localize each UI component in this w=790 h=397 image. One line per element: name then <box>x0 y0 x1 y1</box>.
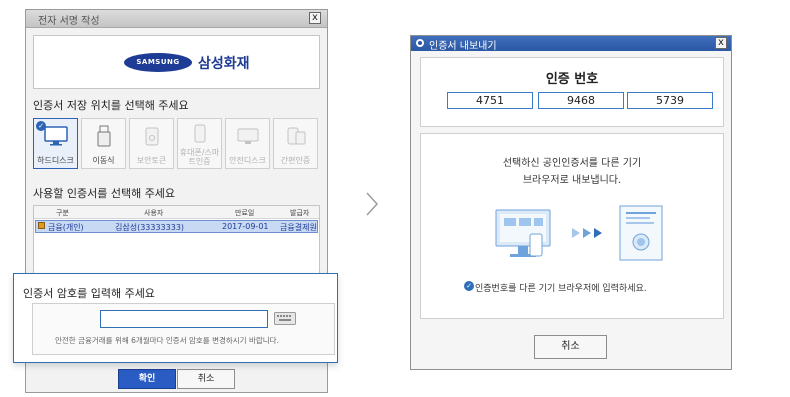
info-text: 브라우저로 내보냅니다. <box>522 175 622 186</box>
export-info-panel: 선택하신 공인인증서를 다른 기기 브라우저로 내보냅니다. ✓ 인증번호를 다… <box>420 133 724 319</box>
usb-icon <box>97 125 111 147</box>
device-removable[interactable]: 이동식 <box>81 118 126 169</box>
window-title: 전자 서명 작성 <box>38 16 100 27</box>
info-text: 선택하신 공인인증서를 다른 기기 <box>502 158 642 169</box>
notice-text: 인증번호를 다른 기기 브라우저에 입력하세요. <box>475 284 647 294</box>
device-safe-disk[interactable]: 안전디스크 <box>225 118 270 169</box>
column-header: 사용자 <box>144 209 164 217</box>
cert-user: 김삼성(33333333) <box>115 223 185 232</box>
certificate-icon <box>38 222 45 229</box>
safe-disk-icon <box>237 128 259 144</box>
export-titlebar: 인증서 내보내기 x <box>411 36 731 52</box>
device-simple-auth[interactable]: 간편인증 <box>273 118 318 169</box>
device-label: 하드디스크 <box>37 156 74 165</box>
phone-icon <box>194 124 206 143</box>
password-input[interactable] <box>100 310 268 328</box>
cert-select-label: 사용할 인증서를 선택해 주세요 <box>33 187 176 200</box>
company-name: 삼성화재 <box>198 56 250 72</box>
password-hint: 안전한 금융거래를 위해 6개월마다 인증서 암호를 변경하시기 바랍니다. <box>55 336 279 345</box>
device-security-token[interactable]: 보안토큰 <box>129 118 174 169</box>
simple-auth-icon <box>287 127 306 145</box>
auth-code-field: 9468 <box>538 92 624 109</box>
device-label: 보안토큰 <box>136 156 167 165</box>
auth-code-field: 4751 <box>447 92 533 109</box>
cert-table-header: 구분 사용자 만료일 발급자 <box>34 206 319 219</box>
table-row[interactable]: 금융(개인) 김삼성(33333333) 2017-09-01 금융결제원 <box>35 220 318 233</box>
export-illustration <box>495 205 663 261</box>
window-title: 인증서 내보내기 <box>429 41 497 52</box>
chevron-right-icon <box>366 192 379 216</box>
device-harddisk[interactable]: ✓ 하드디스크 <box>33 118 78 169</box>
password-popup: 인증서 암호를 입력해 주세요 안전한 금융거래를 위해 6개월마다 인증서 암… <box>13 273 338 363</box>
check-icon: ✓ <box>464 281 474 291</box>
token-icon <box>145 127 159 146</box>
column-header: 구분 <box>56 209 69 217</box>
password-panel: 안전한 금융거래를 위해 6개월마다 인증서 암호를 변경하시기 바랍니다. <box>32 303 335 355</box>
device-label: 휴대폰/스마트인증 <box>179 148 220 166</box>
cert-type: 금융(개인) <box>48 223 84 232</box>
auth-code-title: 인증 번호 <box>545 72 599 87</box>
cancel-button[interactable]: 취소 <box>534 335 607 359</box>
auth-code-panel: 인증 번호 4751 9468 5739 <box>420 57 724 127</box>
company-logo: SAMSUNG 삼성화재 <box>33 35 320 89</box>
device-label: 간편인증 <box>280 156 311 165</box>
cert-issuer: 금융결제원 <box>280 223 317 232</box>
device-label: 안전디스크 <box>229 156 266 165</box>
close-icon[interactable]: x <box>309 12 321 24</box>
monitor-icon <box>44 126 68 146</box>
location-label: 인증서 저장 위치를 선택해 주세요 <box>33 99 189 112</box>
close-icon[interactable]: x <box>715 37 727 49</box>
device-phone[interactable]: 휴대폰/스마트인증 <box>177 118 222 169</box>
column-header: 만료일 <box>235 209 255 217</box>
auth-code-field: 5739 <box>627 92 713 109</box>
device-label: 이동식 <box>92 156 115 165</box>
keyboard-icon[interactable] <box>274 312 296 325</box>
ok-button[interactable]: 확인 <box>118 369 176 389</box>
password-title: 인증서 암호를 입력해 주세요 <box>23 287 155 300</box>
samsung-logo: SAMSUNG <box>124 53 192 72</box>
export-window: 인증서 내보내기 x 인증 번호 4751 9468 5739 선택하신 공인인… <box>410 35 732 370</box>
app-icon <box>416 39 424 47</box>
cancel-button[interactable]: 취소 <box>177 369 235 389</box>
signature-titlebar: 전자 서명 작성 x <box>26 10 327 28</box>
column-header: 발급자 <box>290 209 310 217</box>
cert-expiry: 2017-09-01 <box>222 222 269 231</box>
